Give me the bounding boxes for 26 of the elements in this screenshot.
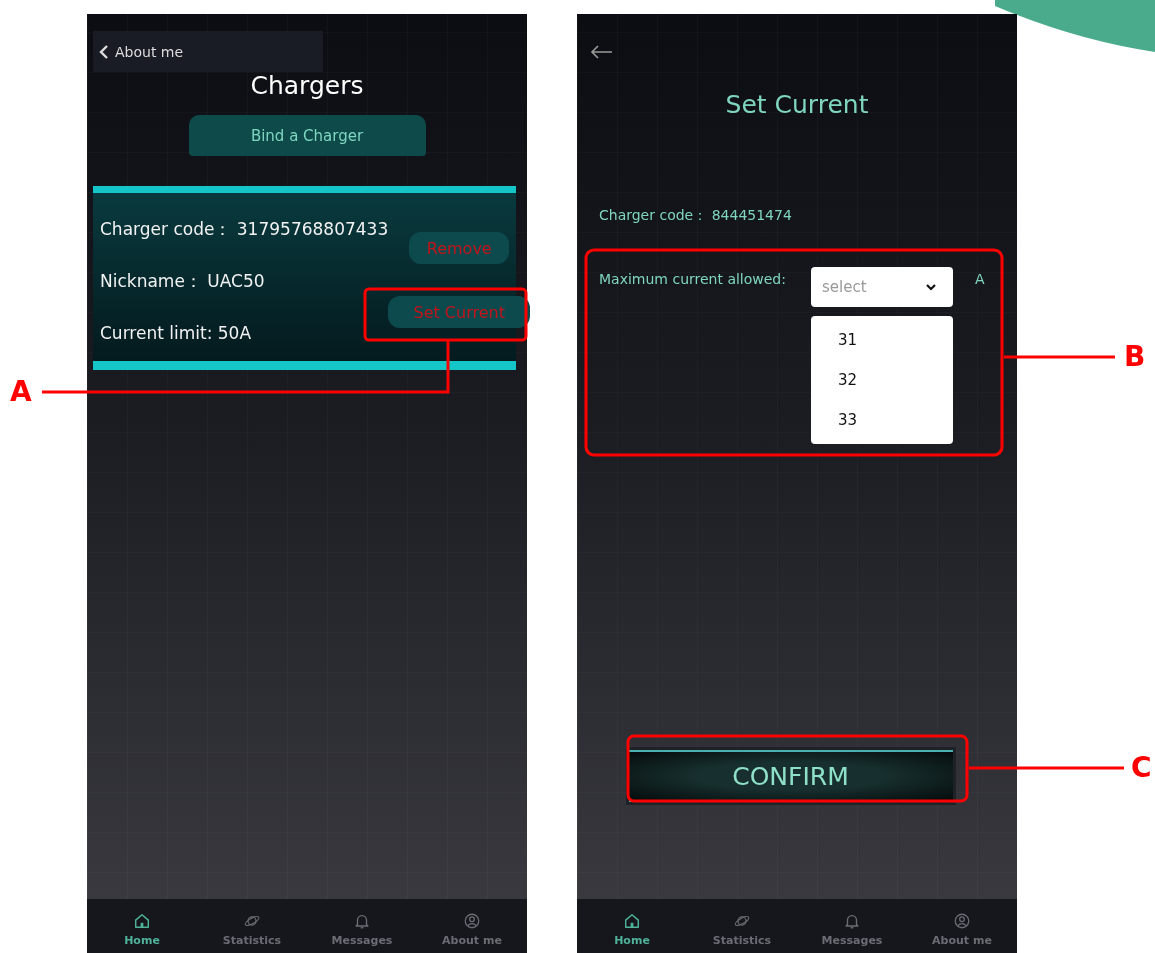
dropdown-option[interactable]: 31: [811, 320, 953, 360]
field-label: Maximum current allowed:: [599, 271, 787, 289]
page-title: Chargers: [249, 70, 365, 102]
tab[interactable]: Messages: [307, 899, 417, 953]
back-button[interactable]: About me: [93, 43, 184, 60]
bind-charger-button[interactable]: Bind a Charger: [188, 115, 426, 156]
select-field[interactable]: select: [811, 267, 953, 307]
charger-field: Nickname： UAC50: [100, 270, 389, 292]
dropdown-option[interactable]: 32: [811, 360, 953, 400]
charger-field: Current limit: 50A: [100, 322, 389, 344]
tab[interactable]: Home: [87, 899, 197, 953]
callout-label: A: [10, 376, 32, 408]
callout-label: B: [1124, 341, 1146, 373]
tab[interactable]: About me: [417, 899, 527, 953]
tab[interactable]: Statistics: [197, 899, 307, 953]
tab[interactable]: Home: [577, 899, 687, 953]
page-title: Set Current: [724, 89, 870, 121]
confirm-button[interactable]: CONFIRM: [628, 750, 953, 802]
tab[interactable]: Messages: [797, 899, 907, 953]
charger-code: Charger code： 844451474: [599, 206, 793, 224]
charger-field: Charger code： 31795768807433: [100, 218, 389, 240]
tab[interactable]: About me: [907, 899, 1017, 953]
unit-label: A: [975, 271, 985, 289]
dropdown-option[interactable]: 33: [811, 400, 953, 440]
callout-label: C: [1131, 752, 1152, 784]
tab[interactable]: Statistics: [687, 899, 797, 953]
